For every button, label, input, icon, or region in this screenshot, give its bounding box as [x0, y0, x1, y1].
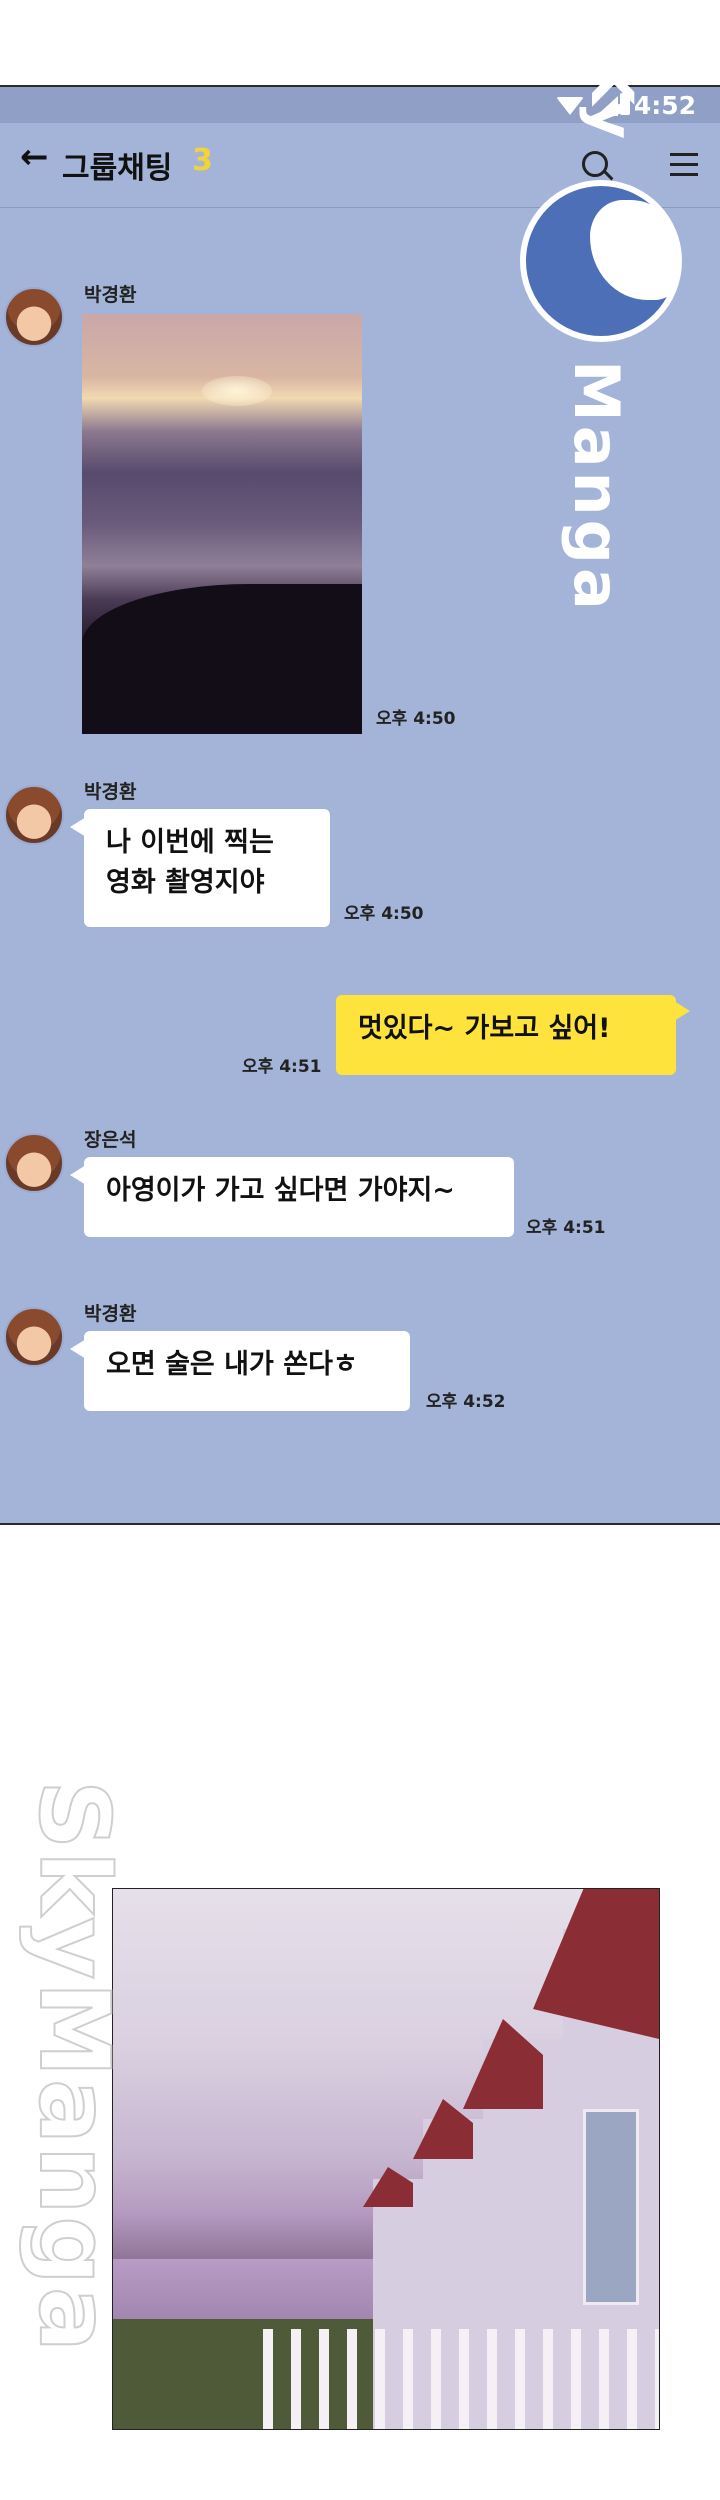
cottage-roof	[363, 2167, 413, 2207]
cottage-roof	[463, 2019, 543, 2109]
status-time: 4:52	[633, 91, 696, 120]
message-time: 오후 4:51	[242, 1057, 322, 1077]
battery-icon	[620, 93, 630, 115]
message-bubble[interactable]: 나 이번에 찍는 영화 촬영지야	[70, 809, 330, 927]
sun-glow	[202, 376, 272, 406]
avatar[interactable]	[4, 785, 64, 845]
white-fence	[263, 2329, 659, 2429]
avatar[interactable]	[4, 1307, 64, 1367]
watermark-vertical: SkyManga	[17, 1779, 131, 2355]
beach-cottages-panel	[112, 1888, 660, 2430]
message-time: 오후 4:52	[426, 1392, 506, 1412]
message-time: 오후 4:50	[344, 904, 424, 924]
member-count: 3	[192, 143, 213, 178]
menu-icon[interactable]	[670, 153, 698, 183]
chat-screen: 4:52 ← 그룹채팅 3 박경환 오후 4:50 박경환 나 이번에 찍는 영…	[0, 85, 720, 1525]
shoreline	[82, 584, 362, 734]
sender-name: 장은석	[84, 1129, 137, 1151]
message-bubble[interactable]: 오면 술은 내가 쏜다ㅎ	[70, 1331, 410, 1411]
sender-name: 박경환	[84, 284, 137, 306]
cottage-roof	[533, 1889, 659, 2039]
search-icon[interactable]	[582, 151, 608, 177]
shared-photo[interactable]	[82, 314, 362, 734]
back-arrow-icon[interactable]: ←	[20, 137, 49, 177]
avatar[interactable]	[4, 1133, 64, 1193]
avatar[interactable]	[4, 287, 64, 347]
message-time: 오후 4:51	[526, 1218, 606, 1238]
wifi-icon	[556, 97, 584, 115]
chat-room-title: 그룹채팅	[62, 151, 173, 186]
message-line: 영화 촬영지야	[106, 867, 265, 898]
message-line: 나 이번에 찍는	[106, 827, 274, 858]
message-bubble[interactable]: 아영이가 가고 싶다면 가야지~	[70, 1157, 514, 1237]
cottage-window	[583, 2109, 639, 2305]
signal-icon	[596, 96, 618, 116]
status-bar: 4:52	[0, 87, 720, 123]
sender-name: 박경환	[84, 1303, 137, 1325]
chat-header: ← 그룹채팅 3	[0, 123, 720, 208]
my-message-bubble[interactable]: 멋있다~ 가보고 싶어!	[336, 995, 690, 1075]
message-time: 오후 4:50	[376, 709, 456, 729]
sender-name: 박경환	[84, 781, 137, 803]
